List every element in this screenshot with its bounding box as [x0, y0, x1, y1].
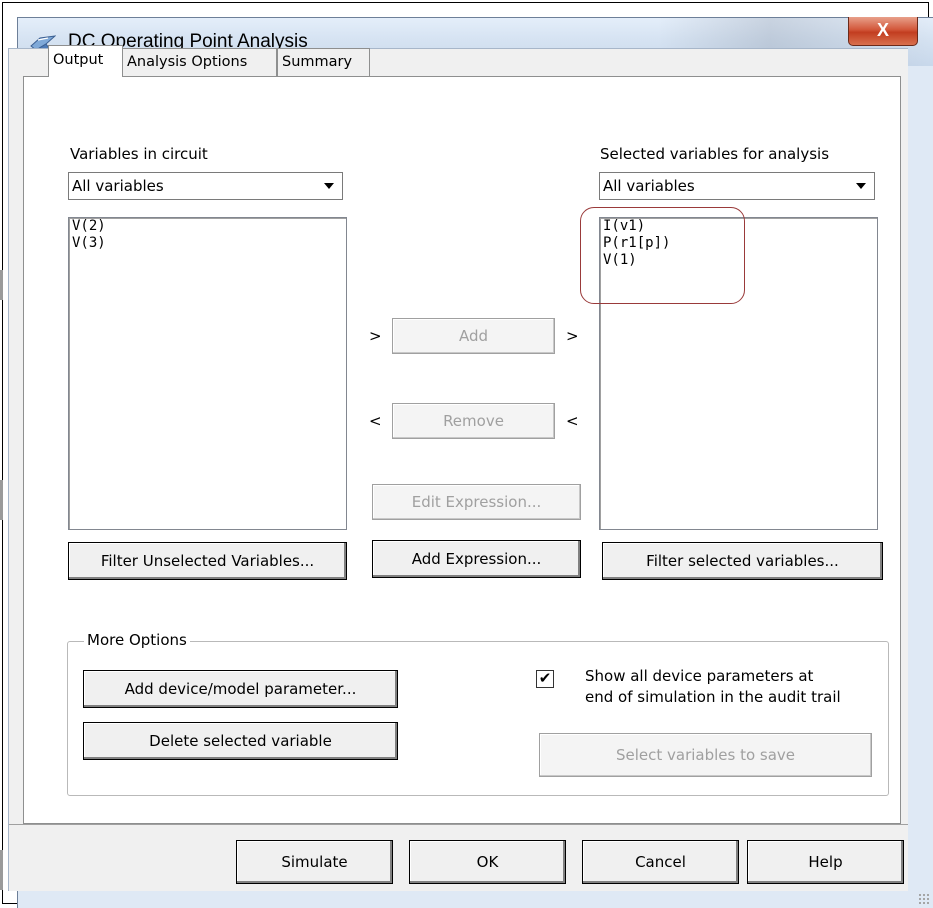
background-edge	[0, 270, 3, 300]
close-button[interactable]: X	[848, 17, 918, 46]
filter-unselected-variables-button[interactable]: Filter Unselected Variables...	[68, 542, 347, 580]
cancel-button[interactable]: Cancel	[582, 840, 739, 884]
add-device-model-parameter-button[interactable]: Add device/model parameter...	[83, 670, 398, 708]
list-item[interactable]: P(r1[p])	[600, 235, 877, 252]
delete-selected-variable-button[interactable]: Delete selected variable	[83, 722, 398, 760]
resize-grip-icon[interactable]	[918, 893, 930, 905]
footer-separator	[9, 824, 908, 825]
left-filter-value: All variables	[72, 177, 164, 195]
simulate-button[interactable]: Simulate	[236, 840, 393, 884]
filter-selected-variables-button[interactable]: Filter selected variables...	[602, 542, 883, 580]
remove-left-chevron: <	[369, 412, 382, 430]
tab-output[interactable]: Output	[48, 45, 123, 77]
add-expression-button[interactable]: Add Expression...	[372, 540, 581, 578]
show-device-params-line2: end of simulation in the audit trail	[585, 688, 841, 706]
right-filter-dropdown[interactable]: All variables	[599, 172, 875, 200]
list-item[interactable]: V(3)	[69, 235, 346, 252]
background-edge	[0, 850, 3, 890]
ok-button[interactable]: OK	[409, 840, 566, 884]
show-device-params-checkbox[interactable]: ✔	[536, 670, 554, 688]
more-options-legend: More Options	[84, 631, 190, 649]
tab-summary[interactable]: Summary	[277, 48, 370, 76]
chevron-down-icon[interactable]	[849, 174, 873, 198]
circuit-variables-list[interactable]: V(2) V(3)	[68, 217, 347, 530]
chevron-down-icon[interactable]	[317, 174, 341, 198]
tab-analysis-options[interactable]: Analysis Options	[122, 48, 277, 76]
add-right-chevron: >	[566, 327, 579, 345]
remove-right-chevron: <	[566, 412, 579, 430]
background-edge	[0, 480, 3, 520]
select-variables-to-save-button[interactable]: Select variables to save	[539, 733, 872, 777]
help-button[interactable]: Help	[747, 840, 904, 884]
add-left-chevron: >	[369, 327, 382, 345]
remove-button[interactable]: Remove	[392, 403, 555, 439]
add-button[interactable]: Add	[392, 318, 555, 354]
list-item[interactable]: I(v1)	[600, 218, 877, 235]
selected-variables-label: Selected variables for analysis	[600, 145, 830, 163]
list-item[interactable]: V(2)	[69, 218, 346, 235]
show-device-params-line1: Show all device parameters at	[585, 667, 814, 685]
list-item[interactable]: V(1)	[600, 252, 877, 269]
show-device-params-label: Show all device parameters at end of sim…	[585, 666, 841, 708]
left-filter-dropdown[interactable]: All variables	[68, 172, 343, 200]
edit-expression-button[interactable]: Edit Expression...	[372, 484, 581, 520]
checkmark-icon: ✔	[538, 669, 552, 687]
variables-in-circuit-label: Variables in circuit	[70, 145, 208, 163]
right-filter-value: All variables	[603, 177, 695, 195]
selected-variables-list[interactable]: I(v1) P(r1[p]) V(1)	[599, 217, 878, 530]
